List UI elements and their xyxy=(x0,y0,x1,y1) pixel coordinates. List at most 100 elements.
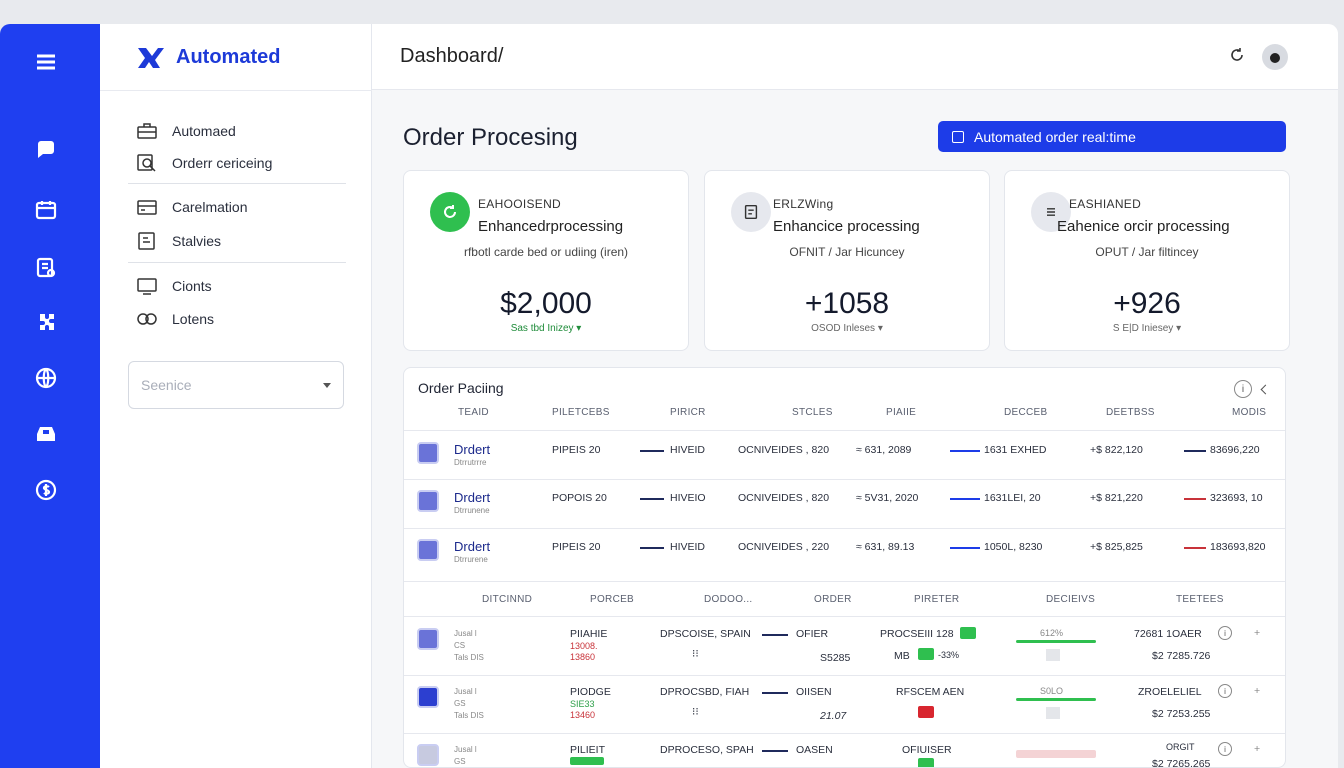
order-thumb-icon xyxy=(417,628,439,650)
brand-logo-icon xyxy=(138,48,164,68)
divider xyxy=(640,450,664,452)
dollar-icon[interactable] xyxy=(30,474,62,506)
calendar-icon[interactable] xyxy=(30,194,62,226)
cell: ZROELELIEL xyxy=(1138,686,1202,698)
info-icon[interactable]: i xyxy=(1218,742,1232,756)
divider xyxy=(404,581,1285,582)
column-header[interactable]: DECIEIVS xyxy=(1046,594,1095,605)
document-icon xyxy=(731,192,771,232)
divider xyxy=(950,547,980,549)
puzzle-icon[interactable] xyxy=(30,306,62,338)
cell: ≈ 631, 2089 xyxy=(856,444,912,456)
divider xyxy=(640,498,664,500)
info-icon[interactable]: i xyxy=(1218,684,1232,698)
card-heading: Enhancedrprocessing xyxy=(478,218,624,235)
cell: 13860 xyxy=(570,652,596,662)
info-icon[interactable]: i xyxy=(1234,380,1252,398)
menu-icon[interactable] xyxy=(30,46,62,78)
more-icon[interactable]: + xyxy=(1254,685,1260,697)
cell: S0LO xyxy=(1040,686,1064,696)
sidebar-item-label: Carelmation xyxy=(172,199,248,215)
icon-rail xyxy=(0,24,100,768)
metric-card[interactable]: ЕАSHIANED Eahenice orcir processing OPUT… xyxy=(1004,170,1290,351)
breadcrumb: Dashboard/ xyxy=(400,45,504,67)
column-header[interactable]: PIRICR xyxy=(670,407,706,418)
placeholder-chip xyxy=(1046,649,1060,661)
chat-icon[interactable] xyxy=(30,134,62,166)
metric-card[interactable]: EAHOOISEND Enhancedrprocessing rfbotl ca… xyxy=(403,170,689,351)
sidebar-item-label: Cionts xyxy=(172,278,212,294)
brand[interactable]: Automated xyxy=(136,44,280,70)
cell: PIPEIS 20 xyxy=(552,541,601,553)
column-header[interactable]: DEETBSS xyxy=(1106,407,1155,418)
avatar[interactable] xyxy=(1262,44,1288,70)
cell: PIODGE xyxy=(570,686,611,698)
sidebar-item-lotens[interactable]: Lotens xyxy=(136,310,214,328)
divider xyxy=(1184,450,1206,452)
sidebar-item-carelmation[interactable]: Carelmation xyxy=(136,198,247,216)
globe-icon[interactable] xyxy=(30,362,62,394)
column-header[interactable]: DITCINND xyxy=(482,594,532,605)
divider xyxy=(640,547,664,549)
cell: 21.07 xyxy=(820,710,847,722)
metric-card[interactable]: ERLZWing Enhancice processing OFNIT / Ja… xyxy=(704,170,990,351)
status-chip xyxy=(918,758,934,767)
divider xyxy=(762,750,788,752)
refresh-icon[interactable] xyxy=(1228,46,1246,64)
invoice-icon[interactable] xyxy=(30,252,62,284)
chevron-left-icon[interactable] xyxy=(1260,384,1271,394)
monitor-icon xyxy=(137,278,157,295)
cell: MB xyxy=(894,650,910,662)
divider xyxy=(762,692,788,694)
sidebar-item-stalvies[interactable]: Stalvies xyxy=(136,232,221,250)
column-header[interactable]: ORDER xyxy=(814,594,852,605)
divider xyxy=(404,616,1285,617)
card-heading: Enhancice processing xyxy=(773,218,920,235)
column-header[interactable]: STCLES xyxy=(792,407,833,418)
cell: 1050L, 8230 xyxy=(984,541,1043,553)
cell: S5285 xyxy=(820,652,851,664)
divider xyxy=(100,90,372,91)
column-header[interactable]: DECCEB xyxy=(1004,407,1047,418)
column-header[interactable]: TEETEES xyxy=(1176,594,1224,605)
info-icon[interactable]: i xyxy=(1218,626,1232,640)
card-value: +926 xyxy=(1113,287,1181,320)
more-icon[interactable]: + xyxy=(1254,743,1260,755)
cell: GS xyxy=(454,757,466,766)
sidebar-item-order-processing[interactable]: Orderr cericeing xyxy=(136,154,272,172)
cell: PROCSEIII 128 xyxy=(880,628,954,640)
cell: POPOIS 20 xyxy=(552,492,607,504)
column-header[interactable]: TEAID xyxy=(458,407,489,418)
inbox-icon[interactable] xyxy=(30,418,62,450)
sidebar: Automated Automaed Orderr cericeing Care… xyxy=(100,24,372,768)
sidebar-item-cionts[interactable]: Cionts xyxy=(136,277,212,295)
cell: 183693,820 xyxy=(1210,541,1266,553)
cell: Tals DIS xyxy=(454,711,484,720)
cell: $2 7285.726 xyxy=(1152,650,1211,662)
column-header[interactable]: DODOO... xyxy=(704,594,753,605)
cell: +$ 822,120 xyxy=(1090,444,1143,456)
automated-order-button[interactable]: Automated order real:time xyxy=(938,121,1286,152)
divider xyxy=(404,675,1285,676)
column-header[interactable]: PORCEB xyxy=(590,594,634,605)
order-thumb-icon xyxy=(417,490,439,512)
column-header[interactable]: PIRETER xyxy=(914,594,959,605)
cell: OFIUISER xyxy=(902,744,952,756)
card-value: +1058 xyxy=(804,287,890,320)
cell: SIE33 xyxy=(570,699,595,709)
placeholder-chip xyxy=(1046,707,1060,719)
divider xyxy=(950,450,980,452)
column-header[interactable]: PILETCEBS xyxy=(552,407,610,418)
sidebar-item-label: Automaed xyxy=(172,123,236,139)
card-value: $2,000 xyxy=(500,287,592,320)
cell: DPROCESO, SPAH xyxy=(660,744,754,756)
column-header[interactable]: MODIS xyxy=(1232,407,1266,418)
card-heading: Eahenice orcir processing xyxy=(1057,218,1230,235)
more-icon[interactable]: + xyxy=(1254,627,1260,639)
cell: 72681 1OAER xyxy=(1134,628,1202,640)
sidebar-item-automaed[interactable]: Automaed xyxy=(136,122,236,140)
card-subtitle: rfbotl carde bed or udiing (iren) xyxy=(463,245,629,259)
cell: DPSCOISE, SPAIN xyxy=(660,628,751,640)
filter-select[interactable]: Seenice xyxy=(128,361,344,409)
column-header[interactable]: PIAIIE xyxy=(886,407,916,418)
